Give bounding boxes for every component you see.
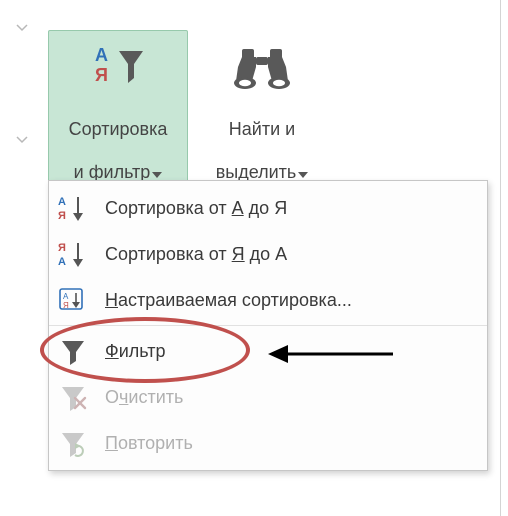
svg-text:Я: Я (95, 65, 108, 85)
row-headers (0, 0, 44, 168)
clear-filter-icon (55, 379, 91, 415)
sort-az-icon: А Я (55, 190, 91, 226)
binoculars-icon (234, 37, 290, 97)
menu-item-label: Настраиваемая сортировка... (105, 290, 477, 311)
menu-item-label: Сортировка от Я до А (105, 244, 477, 265)
custom-sort-icon: А Я (55, 282, 91, 318)
menu-item-label: Фильтр (105, 341, 477, 362)
sort-za-icon: Я А (55, 236, 91, 272)
find-and-select-label: Найти и выделить (216, 97, 309, 184)
menu-item-sort-az[interactable]: А Я Сортировка от А до Я (49, 185, 487, 231)
find-and-select-button[interactable]: Найти и выделить (192, 30, 332, 189)
menu-item-label: Повторить (105, 433, 477, 454)
filter-icon (55, 333, 91, 369)
menu-item-label: Очистить (105, 387, 477, 408)
chevron-down-icon (16, 136, 28, 144)
menu-item-label: Сортировка от А до Я (105, 198, 477, 219)
menu-item-sort-za[interactable]: Я А Сортировка от Я до А (49, 231, 487, 277)
menu-item-clear: Очистить (49, 374, 487, 420)
sort-and-filter-label: Сортировка и фильтр (69, 97, 168, 184)
sort-filter-icon: А Я (89, 37, 147, 97)
svg-text:А: А (63, 292, 69, 301)
svg-text:Я: Я (63, 301, 69, 310)
svg-text:А: А (58, 196, 66, 208)
svg-text:Я: Я (58, 210, 66, 222)
reapply-filter-icon (55, 425, 91, 461)
svg-text:А: А (58, 256, 66, 268)
menu-item-reapply: Повторить (49, 420, 487, 466)
menu-item-filter[interactable]: Фильтр (49, 328, 487, 374)
menu-item-custom-sort[interactable]: А Я Настраиваемая сортировка... (49, 277, 487, 323)
svg-text:Я: Я (58, 242, 66, 254)
chevron-down-icon (16, 24, 28, 32)
sort-filter-menu: А Я Сортировка от А до Я Я А Сортировка … (48, 180, 488, 471)
sort-and-filter-button[interactable]: А Я Сортировка и фильтр (48, 30, 188, 189)
menu-separator (49, 325, 487, 326)
grid-line (500, 0, 501, 516)
svg-text:А: А (95, 45, 108, 65)
